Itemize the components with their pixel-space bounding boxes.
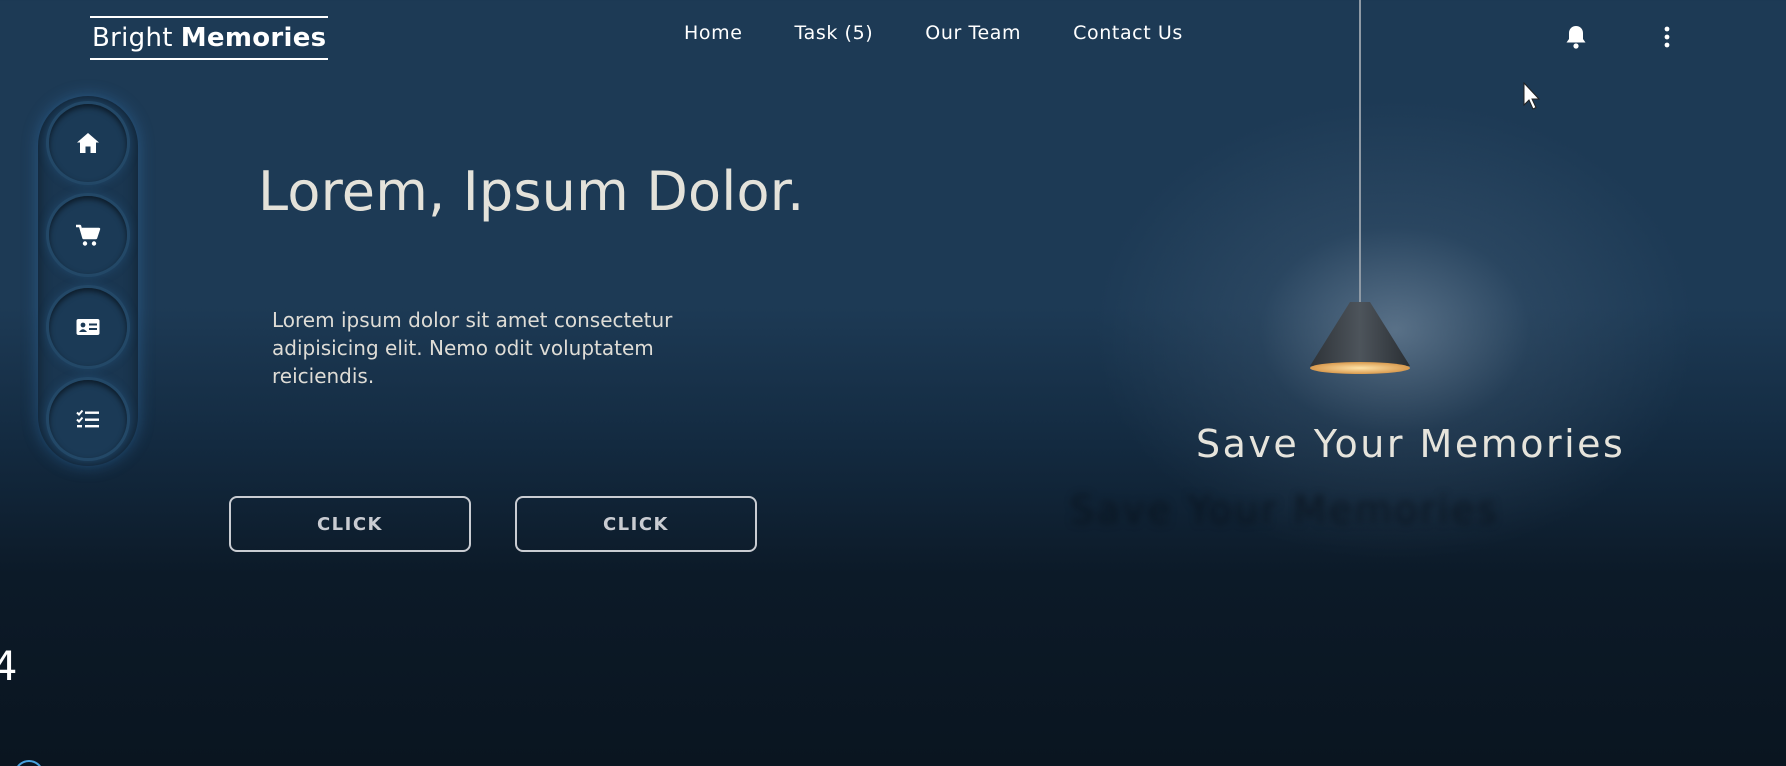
side-nav-tasks-button[interactable] xyxy=(49,380,127,458)
feature-title: Save Your Memories xyxy=(1196,422,1626,466)
brand-name-light: Bright xyxy=(92,23,173,53)
top-nav: Home Task (5) Our Team Contact Us xyxy=(684,22,1235,44)
hero-description: Lorem ipsum dolor sit amet consectetur a… xyxy=(272,308,673,388)
side-nav-home-button[interactable] xyxy=(49,104,127,182)
click-button-secondary[interactable]: CLICK xyxy=(515,496,757,552)
checklist-icon xyxy=(76,409,99,428)
bell-icon[interactable] xyxy=(1564,24,1588,50)
nav-link-home[interactable]: Home xyxy=(684,22,743,44)
lamp-cord xyxy=(1359,0,1361,306)
nav-link-task[interactable]: Task (5) xyxy=(795,22,874,44)
feature-title-reflection: Save Your Memories xyxy=(1070,488,1500,532)
brand-logo[interactable]: Bright Memories xyxy=(90,16,329,60)
side-nav-contact-button[interactable] xyxy=(49,288,127,366)
brand-name-bold: Memories xyxy=(180,23,327,53)
pendant-lamp-icon xyxy=(1310,302,1410,374)
edge-glyph: 4 xyxy=(0,644,18,690)
click-button-primary[interactable]: CLICK xyxy=(229,496,471,552)
contact-card-icon xyxy=(76,319,100,335)
kebab-menu-icon[interactable] xyxy=(1658,26,1676,48)
nav-link-our-team[interactable]: Our Team xyxy=(925,22,1021,44)
edge-circle-indicator xyxy=(14,760,44,766)
cart-icon xyxy=(76,224,101,246)
hero-title: Lorem, Ipsum Dolor. xyxy=(258,160,805,223)
mouse-cursor-icon xyxy=(1523,82,1541,110)
nav-link-contact-us[interactable]: Contact Us xyxy=(1073,22,1183,44)
side-nav-cart-button[interactable] xyxy=(49,196,127,274)
home-icon xyxy=(77,133,99,153)
side-nav xyxy=(38,96,138,466)
